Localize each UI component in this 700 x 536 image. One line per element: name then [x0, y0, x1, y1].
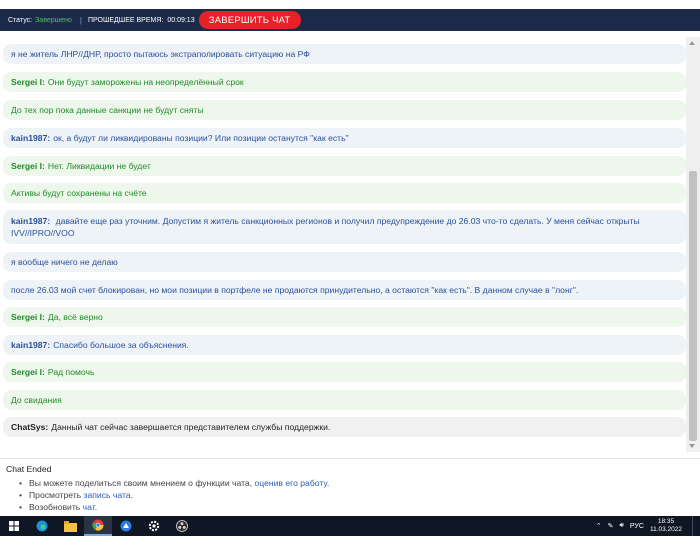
chat-message: До тех пор пока данные санкции не будут …: [3, 100, 686, 120]
status-value: Завершено: [35, 16, 72, 24]
message-sender: Sergei I:: [11, 77, 45, 87]
elapsed-time-value: 00:09:13: [167, 16, 195, 24]
message-sender: Sergei I:: [11, 161, 45, 171]
chrome-icon[interactable]: [84, 516, 112, 536]
message-text: давайте еще раз уточним. Допустим я жите…: [11, 216, 640, 238]
app-icon[interactable]: [112, 516, 140, 536]
feedback-option: Вы можете поделиться своим мнением о фун…: [19, 478, 330, 488]
elapsed-time-label: ПРОШЕДШЕЕ ВРЕМЯ:: [87, 16, 164, 24]
chat-message: До свидания: [3, 390, 686, 410]
feedback-period: .: [326, 478, 330, 488]
header-divider: |: [79, 15, 82, 25]
language-indicator[interactable]: РУС: [630, 523, 644, 530]
end-chat-button[interactable]: ЗАВЕРШИТЬ ЧАТ: [198, 11, 301, 29]
scroll-up-arrow-icon[interactable]: [689, 41, 695, 45]
system-tray: ⌃ ✎ 🔊︎ РУС 18:35 11.03.2022: [596, 516, 700, 536]
message-text: До тех пор пока данные санкции не будут …: [11, 105, 204, 115]
message-text: Нет. Ликвидации не будет: [47, 161, 151, 171]
transcript-option: Просмотреть запись чата.: [19, 490, 133, 500]
clock-time: 18:35: [657, 518, 675, 525]
chat-message: kain1987: Спасибо большое за объяснения.: [3, 335, 686, 355]
chat-message: Sergei I: Нет. Ликвидации не будет: [3, 156, 686, 176]
system-clock[interactable]: 18:35 11.03.2022: [650, 518, 682, 534]
chat-message: Активы будут сохранены на счёте: [3, 183, 686, 203]
chat-header-bar: Статус: Завершено | ПРОШЕДШЕЕ ВРЕМЯ: 00:…: [0, 9, 700, 31]
message-text: Рад помочь: [47, 367, 95, 377]
file-explorer-icon[interactable]: [56, 516, 84, 536]
message-text: Активы будут сохранены на счёте: [11, 188, 147, 198]
chat-message: kain1987: ок, а будут ли ликвидированы п…: [3, 128, 686, 148]
chat-message: я вообще ничего не делаю: [3, 252, 686, 272]
settings-icon[interactable]: [140, 516, 168, 536]
message-text: я вообще ничего не делаю: [11, 257, 118, 267]
scrollbar-thumb[interactable]: [689, 171, 697, 441]
message-text: До свидания: [11, 395, 62, 405]
chat-scrollbar[interactable]: [686, 37, 700, 452]
message-text: Данный чат сейчас завершается представит…: [51, 422, 331, 432]
chat-message: kain1987: давайте еще раз уточним. Допус…: [3, 210, 686, 244]
chat-message: после 26.03 мой счет блокирован, но мои …: [3, 280, 686, 300]
chat-ended-title: Chat Ended: [6, 464, 52, 474]
show-desktop-button[interactable]: [692, 516, 700, 536]
scroll-down-arrow-icon[interactable]: [689, 444, 695, 448]
clock-date: 11.03.2022: [649, 526, 682, 533]
chat-message: я не житель ЛНР//ДНР, просто пытаюсь экс…: [3, 44, 686, 64]
message-text: я не житель ЛНР//ДНР, просто пытаюсь экс…: [11, 49, 310, 59]
message-sender: kain1987:: [11, 216, 51, 226]
transcript-period: .: [130, 490, 133, 500]
resume-option: Возобновить чат.: [19, 502, 98, 512]
resume-text: Возобновить: [29, 502, 81, 512]
chat-message: Sergei I: Да, всё верно: [3, 307, 686, 327]
chat-message: Sergei I: Рад помочь: [3, 362, 686, 382]
transcript-text: Просмотреть: [29, 490, 82, 500]
message-sender: kain1987:: [11, 133, 51, 143]
message-text: после 26.03 мой счет блокирован, но мои …: [11, 285, 579, 295]
windows-icon[interactable]: [0, 516, 28, 536]
volume-icon[interactable]: 🔊︎: [619, 522, 623, 530]
rate-chat-link[interactable]: оценив его работу: [254, 478, 326, 488]
chat-header: Статус: Завершено | ПРОШЕДШЕЕ ВРЕМЯ: 00:…: [0, 0, 700, 37]
obs-icon[interactable]: [168, 516, 196, 536]
resume-chat-link[interactable]: чат: [83, 502, 95, 512]
message-sender: ChatSys:: [11, 422, 49, 432]
message-text: ок, а будут ли ликвидированы позиции? Ил…: [53, 133, 349, 143]
chat-ended-panel: Chat Ended Вы можете поделиться своим мн…: [0, 458, 700, 516]
message-text: Да, всё верно: [47, 312, 103, 322]
message-body: kain1987: давайте еще раз уточним. Допус…: [11, 215, 678, 239]
feedback-text: Вы можете поделиться своим мнением о фун…: [29, 478, 253, 488]
message-sender: Sergei I:: [11, 312, 45, 322]
chat-message: ChatSys: Данный чат сейчас завершается п…: [3, 417, 686, 437]
view-transcript-link[interactable]: запись чата: [84, 490, 131, 500]
chat-message: Sergei I: Они будут заморожены на неопре…: [3, 72, 686, 92]
status-label: Статус:: [8, 16, 33, 24]
resume-period: .: [94, 502, 98, 512]
pen-icon[interactable]: ✎: [608, 522, 614, 530]
message-text: Они будут заморожены на неопределённый с…: [47, 77, 244, 87]
windows-taskbar: ⌃ ✎ 🔊︎ РУС 18:35 11.03.2022: [0, 516, 700, 536]
chat-transcript[interactable]: я не житель ЛНР//ДНР, просто пытаюсь экс…: [0, 37, 686, 452]
message-text: Спасибо большое за объяснения.: [53, 340, 189, 350]
edge-icon[interactable]: [28, 516, 56, 536]
message-sender: kain1987:: [11, 340, 51, 350]
message-sender: Sergei I:: [11, 367, 45, 377]
chevron-up-icon[interactable]: ⌃: [596, 522, 602, 530]
